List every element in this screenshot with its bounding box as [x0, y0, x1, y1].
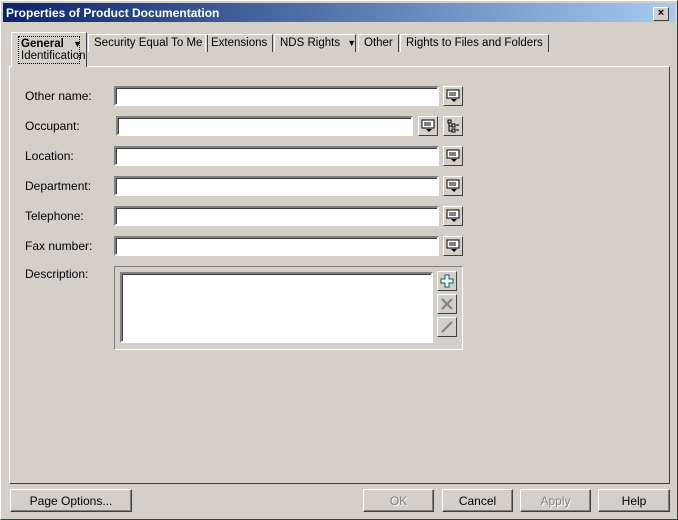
tab-label: Other: [364, 37, 393, 49]
occupant-input[interactable]: [116, 116, 413, 136]
page-options-button[interactable]: Page Options...: [10, 489, 132, 512]
description-list[interactable]: [120, 272, 433, 343]
occupant-label: Occupant:: [25, 119, 80, 133]
other-name-input[interactable]: [114, 86, 439, 106]
dropdown-arrow-icon[interactable]: ▼: [73, 39, 82, 49]
title-bar: Properties of Product Documentation ×: [3, 3, 675, 22]
multivalue-edit-icon[interactable]: [443, 176, 463, 196]
telephone-input[interactable]: [114, 206, 439, 226]
tab-label: General: [21, 38, 64, 50]
description-label: Description:: [25, 267, 89, 281]
cancel-button[interactable]: Cancel: [442, 489, 513, 512]
close-button[interactable]: ×: [653, 7, 669, 21]
add-icon[interactable]: [437, 271, 457, 291]
department-label: Department:: [25, 179, 92, 193]
tab-label: NDS Rights: [280, 37, 341, 49]
edit-pencil-icon[interactable]: [437, 317, 457, 337]
telephone-label: Telephone:: [25, 209, 84, 223]
tab-label: Security Equal To Me: [94, 37, 203, 49]
browse-tree-icon[interactable]: [443, 116, 463, 136]
location-input[interactable]: [114, 146, 439, 166]
multivalue-edit-icon[interactable]: [418, 116, 438, 136]
tab-extensions[interactable]: Extensions: [205, 34, 274, 52]
department-input[interactable]: [114, 176, 439, 196]
fax-number-label: Fax number:: [25, 239, 93, 253]
tab-general[interactable]: General ▼ Identification: [11, 32, 87, 67]
tab-label: Extensions: [211, 37, 268, 49]
window-title: Properties of Product Documentation: [6, 6, 220, 20]
tab-security-equal[interactable]: Security Equal To Me: [88, 34, 209, 52]
tab-sub-label: Identification: [21, 50, 86, 62]
help-button[interactable]: Help: [598, 489, 670, 512]
multivalue-edit-icon[interactable]: [443, 146, 463, 166]
tab-other[interactable]: Other: [358, 34, 399, 52]
multivalue-edit-icon[interactable]: [443, 206, 463, 226]
tab-rights-files-folders[interactable]: Rights to Files and Folders: [400, 34, 549, 52]
dropdown-arrow-icon[interactable]: ▼: [347, 38, 356, 48]
tab-nds-rights[interactable]: NDS Rights ▼: [274, 34, 356, 52]
location-label: Location:: [25, 149, 74, 163]
multivalue-edit-icon[interactable]: [443, 236, 463, 256]
ok-button[interactable]: OK: [363, 489, 434, 512]
tab-label: Rights to Files and Folders: [406, 37, 543, 49]
fax-number-input[interactable]: [114, 236, 439, 256]
properties-dialog: Properties of Product Documentation × Ge…: [0, 0, 678, 520]
apply-button[interactable]: Apply: [520, 489, 591, 512]
delete-icon[interactable]: [437, 294, 457, 314]
other-name-label: Other name:: [25, 89, 92, 103]
multivalue-edit-icon[interactable]: [443, 86, 463, 106]
